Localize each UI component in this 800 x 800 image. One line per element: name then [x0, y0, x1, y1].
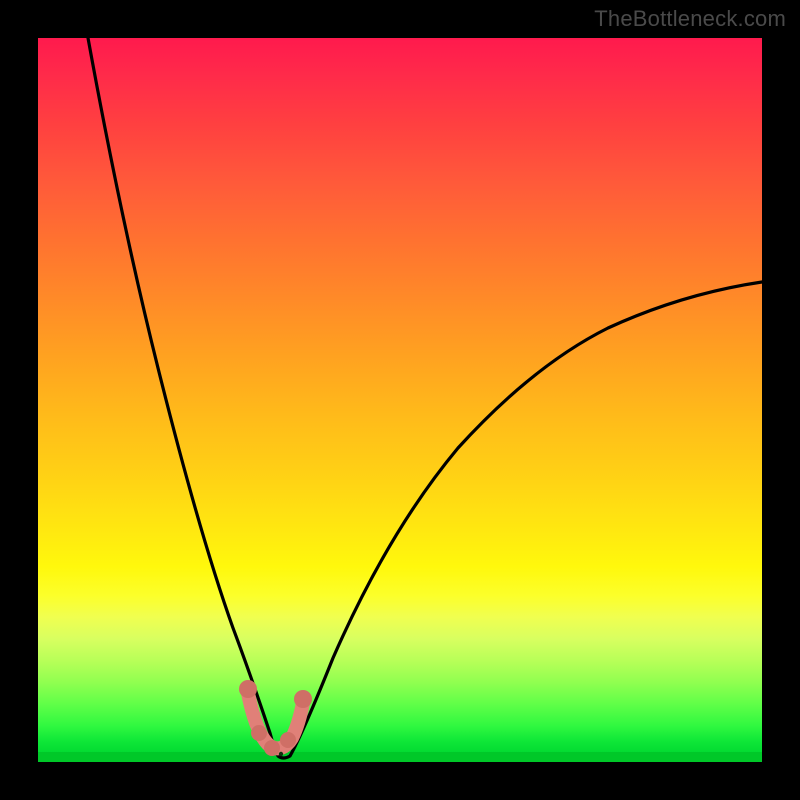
marker-point-mid-left — [251, 725, 267, 741]
marker-point-left — [239, 680, 257, 698]
marker-point-right — [294, 690, 312, 708]
chart-container: TheBottleneck.com — [0, 0, 800, 800]
bottleneck-curve — [88, 38, 762, 758]
plot-area — [38, 38, 762, 762]
minimum-marker-group — [239, 680, 312, 756]
watermark-text: TheBottleneck.com — [594, 6, 786, 32]
baseline-bar — [38, 752, 762, 762]
curve-layer — [38, 38, 762, 762]
annotation-layer — [38, 38, 762, 762]
marker-point-mid-right — [280, 732, 296, 748]
marker-stroke — [248, 693, 303, 748]
